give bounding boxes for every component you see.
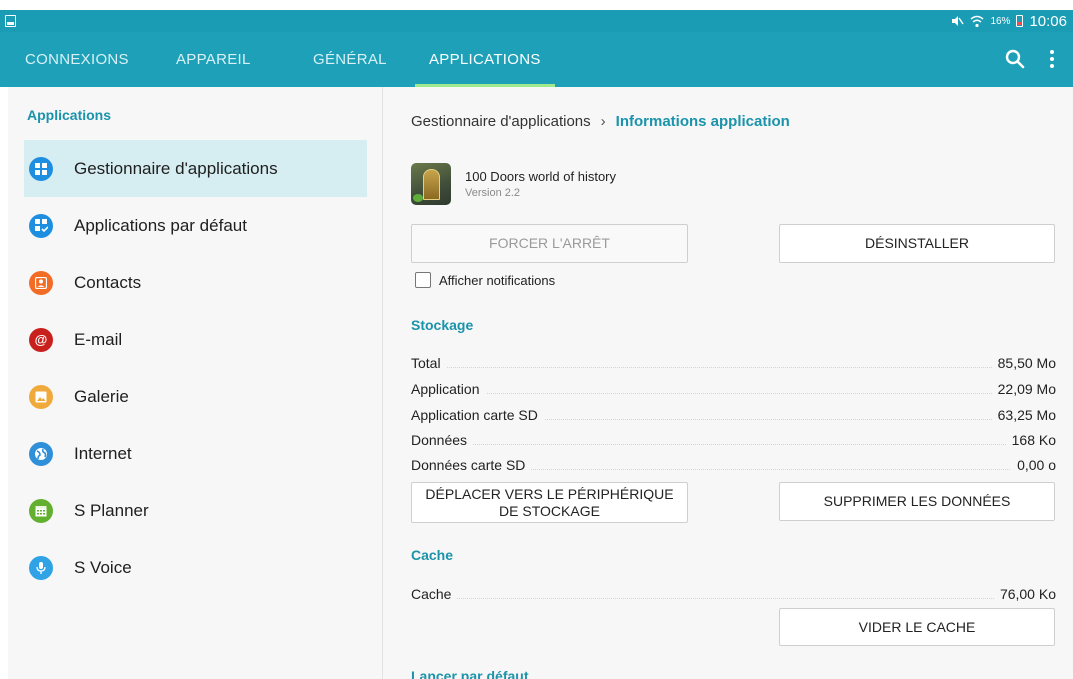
sidebar-item-label: Applications par défaut <box>74 215 247 235</box>
launch-default-section-title: Lancer par défaut <box>411 668 529 679</box>
sidebar-item-app-manager[interactable]: Gestionnaire d'applications <box>24 140 367 197</box>
sidebar-item-label: Internet <box>74 443 132 463</box>
app-version: Version 2.2 <box>465 187 521 199</box>
status-indicators: 16% 10:06 <box>950 12 1067 30</box>
mic-icon <box>29 555 53 580</box>
storage-value: 0,00 o <box>1011 457 1056 473</box>
sidebar: Applications Gestionnaire d'applications… <box>8 87 382 679</box>
force-stop-button[interactable]: FORCER L'ARRÊT <box>411 224 688 263</box>
storage-row-total: Total 85,50 Mo <box>411 355 1056 375</box>
more-options-icon[interactable] <box>1041 48 1063 70</box>
cache-label: Cache <box>411 586 458 602</box>
sidebar-item-label: Galerie <box>74 386 129 406</box>
sidebar-item-label: S Voice <box>74 557 132 577</box>
leader-line <box>411 393 1056 394</box>
app-name: 100 Doors world of history <box>465 169 617 184</box>
clear-data-button[interactable]: SUPPRIMER LES DONNÉES <box>779 482 1055 521</box>
battery-icon <box>1016 15 1024 27</box>
storage-row-data: Données 168 Ko <box>411 432 1056 452</box>
storage-label: Application <box>411 381 486 397</box>
storage-row-application: Application 22,09 Mo <box>411 381 1056 401</box>
move-to-storage-button[interactable]: DÉPLACER VERS LE PÉRIPHÉRIQUE DE STOCKAG… <box>411 482 688 523</box>
contact-icon <box>29 270 53 295</box>
apps-check-icon <box>29 213 53 238</box>
sidebar-item-label: Gestionnaire d'applications <box>74 158 278 178</box>
notifications-checkbox[interactable] <box>415 272 431 288</box>
storage-value: 22,09 Mo <box>991 381 1056 397</box>
sidebar-item-email[interactable]: @ E-mail <box>24 311 367 368</box>
app-icon <box>411 163 451 205</box>
sidebar-item-contacts[interactable]: Contacts <box>24 254 367 311</box>
cache-row: Cache 76,00 Ko <box>411 586 1056 606</box>
show-notifications-toggle[interactable]: Afficher notifications <box>415 272 555 288</box>
sidebar-item-label: S Planner <box>74 500 149 520</box>
chevron-right-icon: › <box>600 113 606 130</box>
breadcrumb-parent[interactable]: Gestionnaire d'applications <box>411 113 591 130</box>
storage-label: Données <box>411 432 474 448</box>
globe-icon <box>29 441 53 466</box>
settings-screen: 16% 10:06 CONNEXIONS APPAREIL GÉNÉRAL AP… <box>0 0 1073 679</box>
battery-percent: 16% <box>990 15 1011 27</box>
sidebar-item-s-planner[interactable]: S Planner <box>24 482 367 539</box>
leader-line <box>411 444 1056 445</box>
sidebar-item-label: E-mail <box>74 329 123 349</box>
grid-icon <box>29 156 53 181</box>
uninstall-button[interactable]: DÉSINSTALLER <box>779 224 1055 263</box>
calendar-icon <box>29 498 53 523</box>
sidebar-item-internet[interactable]: Internet <box>24 425 367 482</box>
tab-connexions[interactable]: CONNEXIONS <box>25 32 129 87</box>
sidebar-item-s-voice[interactable]: S Voice <box>24 539 367 596</box>
clear-cache-button[interactable]: VIDER LE CACHE <box>779 608 1055 646</box>
storage-row-data-sd: Données carte SD 0,00 o <box>411 457 1056 477</box>
tab-appareil[interactable]: APPAREIL <box>176 32 251 87</box>
breadcrumb-current: Informations application <box>615 113 790 130</box>
app-info-panel: Gestionnaire d'applications › Informatio… <box>383 87 1073 679</box>
storage-value: 85,50 Mo <box>991 355 1056 371</box>
door-icon <box>423 169 440 200</box>
search-icon[interactable] <box>1004 48 1026 70</box>
storage-row-app-sd: Application carte SD 63,25 Mo <box>411 407 1056 427</box>
sidebar-header: Applications <box>27 107 112 123</box>
storage-section-title: Stockage <box>411 317 474 333</box>
storage-value: 63,25 Mo <box>991 407 1056 423</box>
sidebar-item-gallery[interactable]: Galerie <box>24 368 367 425</box>
tab-bar: CONNEXIONS APPAREIL GÉNÉRAL APPLICATIONS <box>0 32 1073 87</box>
mute-icon <box>952 16 965 26</box>
tab-general[interactable]: GÉNÉRAL <box>313 32 387 87</box>
cache-value: 76,00 Ko <box>993 586 1056 602</box>
leader-line <box>411 598 1056 599</box>
status-bar: 16% 10:06 <box>0 10 1073 32</box>
leaf-icon <box>413 194 423 202</box>
sidebar-item-label: Contacts <box>74 272 142 292</box>
cache-section-title: Cache <box>411 547 454 563</box>
screenshot-notification-icon <box>5 15 16 27</box>
at-icon: @ <box>29 327 53 352</box>
top-strip <box>0 0 1073 10</box>
breadcrumb: Gestionnaire d'applications › Informatio… <box>411 113 790 130</box>
storage-value: 168 Ko <box>1005 432 1056 448</box>
sidebar-item-default-apps[interactable]: Applications par défaut <box>24 197 367 254</box>
storage-label: Données carte SD <box>411 457 532 473</box>
notifications-label: Afficher notifications <box>439 272 556 288</box>
wifi-icon <box>970 15 984 27</box>
leader-line <box>411 367 1056 368</box>
tab-applications[interactable]: APPLICATIONS <box>415 32 555 87</box>
clock: 10:06 <box>1029 12 1067 30</box>
storage-label: Total <box>411 355 447 371</box>
gallery-icon <box>29 384 53 409</box>
storage-label: Application carte SD <box>411 407 544 423</box>
